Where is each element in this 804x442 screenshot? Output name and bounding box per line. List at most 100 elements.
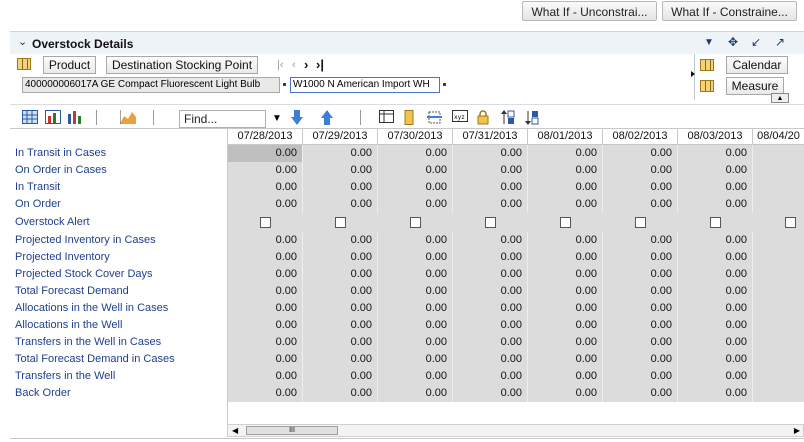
grid-cell[interactable]: 0.00	[603, 317, 678, 334]
row-header-measure[interactable]: Total Forecast Demand in Cases	[15, 351, 228, 368]
dropdown-arrow-icon[interactable]: ▼	[704, 37, 714, 48]
grid-cell[interactable]: 0.00	[228, 283, 303, 300]
lock-icon[interactable]	[477, 110, 489, 128]
grid-cell[interactable]: 0.00	[228, 249, 303, 266]
overstock-alert-checkbox[interactable]	[710, 217, 721, 228]
first-page-icon[interactable]: |‹	[277, 59, 284, 71]
destination-stocking-point-tile[interactable]: Destination Stocking Point	[106, 56, 258, 74]
grid-cell[interactable]: 0.00	[228, 196, 303, 213]
grid-cell[interactable]: 0.00	[378, 368, 453, 385]
column-header-date[interactable]: 08/01/2013	[528, 129, 603, 144]
grid-cell[interactable]: 0.00	[453, 179, 528, 196]
grid-cell[interactable]: 0.00	[303, 266, 378, 283]
grid-cell[interactable]: 0.00	[603, 196, 678, 213]
scroll-left-arrow[interactable]: ◀	[232, 425, 238, 436]
grid-cell[interactable]: 0.00	[228, 334, 303, 351]
column-header-date[interactable]: 07/31/2013	[453, 129, 528, 144]
grid-cell[interactable]: 0.00	[378, 232, 453, 249]
grid-cell[interactable]: 0.00	[453, 300, 528, 317]
xyz-icon[interactable]: xyz	[452, 110, 468, 125]
calendar-dimension-tile[interactable]: Calendar	[726, 56, 788, 74]
grid-cell[interactable]: 0.00	[603, 249, 678, 266]
scrollbar-thumb[interactable]: III	[246, 426, 338, 435]
row-header-measure[interactable]: Transfers in the Well	[15, 368, 228, 385]
location-selection-box[interactable]: W1000 N American Import WH	[290, 77, 440, 93]
overstock-alert-checkbox[interactable]	[410, 217, 421, 228]
grid-cell[interactable]: 0.00	[528, 232, 603, 249]
collapse-chevron-icon[interactable]: ⌄	[18, 35, 27, 48]
grid-cell[interactable]: 0.00	[528, 145, 603, 162]
grid-cell[interactable]: 0.00	[303, 162, 378, 179]
grid-cell[interactable]: 0.00	[678, 179, 753, 196]
grid-cell[interactable]: 0.00	[303, 334, 378, 351]
grid-cell[interactable]: 0.00	[378, 283, 453, 300]
grid-cell[interactable]: 0.00	[303, 351, 378, 368]
hide-icon[interactable]	[427, 110, 442, 128]
grid-cell[interactable]: 0.00	[378, 196, 453, 213]
column-header-date[interactable]: 08/04/20	[753, 129, 804, 144]
grid-cell[interactable]: 0.00	[378, 317, 453, 334]
row-header-measure[interactable]: Transfers in the Well in Cases	[15, 334, 228, 351]
grid-cell[interactable]: 0.00	[528, 249, 603, 266]
scroll-up-arrow[interactable]: ▲	[771, 93, 789, 103]
grid-cell[interactable]: 0.00	[528, 385, 603, 402]
column-header-date[interactable]: 07/29/2013	[303, 129, 378, 144]
product-dimension-tile[interactable]: Product	[43, 56, 96, 74]
grid-cell[interactable]: 0.00	[453, 249, 528, 266]
grid-cell[interactable]: 0.00	[528, 179, 603, 196]
grid-cell[interactable]: 0.00	[228, 145, 303, 162]
column-header-date[interactable]: 07/28/2013	[228, 129, 303, 144]
grid-cell[interactable]: 0.00	[528, 351, 603, 368]
overstock-alert-checkbox[interactable]	[335, 217, 346, 228]
row-header-measure[interactable]: In Transit in Cases	[15, 145, 228, 162]
grid-cell[interactable]: 0.00	[678, 232, 753, 249]
grid-cell[interactable]: 0.00	[453, 368, 528, 385]
what-if-unconstrained-button[interactable]: What If - Unconstrai...	[522, 1, 657, 21]
row-header-measure[interactable]: Overstock Alert	[15, 213, 228, 232]
grid-cell[interactable]: 0.00	[603, 145, 678, 162]
sort-ascending-icon[interactable]	[500, 110, 515, 128]
find-previous-up-icon[interactable]	[321, 110, 333, 128]
grid-cell[interactable]: 0.00	[528, 368, 603, 385]
grid-cell[interactable]: 0.00	[378, 334, 453, 351]
grid-cell[interactable]: 0.00	[453, 196, 528, 213]
grid-cell[interactable]: 0.00	[528, 196, 603, 213]
grid-cell[interactable]: 0.00	[528, 162, 603, 179]
grid-cell[interactable]: 0.00	[228, 300, 303, 317]
area-chart-icon[interactable]	[119, 110, 136, 127]
grid-cell[interactable]: 0.00	[303, 249, 378, 266]
row-header-measure[interactable]: Total Forecast Demand	[15, 283, 228, 300]
scroll-right-arrow[interactable]: ▶	[794, 425, 800, 436]
grid-cell[interactable]: 0.00	[528, 317, 603, 334]
column-header-date[interactable]: 08/02/2013	[603, 129, 678, 144]
grid-cell[interactable]: 0.00	[303, 179, 378, 196]
grid-cell[interactable]: 0.00	[678, 385, 753, 402]
row-header-measure[interactable]: In Transit	[15, 179, 228, 196]
next-page-icon[interactable]: ›	[304, 57, 308, 72]
grid-cell[interactable]: 0.00	[303, 317, 378, 334]
grid-cell[interactable]: 0.00	[453, 232, 528, 249]
overstock-alert-checkbox[interactable]	[785, 217, 796, 228]
grid-cell[interactable]: 0.00	[453, 283, 528, 300]
grid-cell[interactable]: 0.00	[378, 179, 453, 196]
grid-cell[interactable]: 0.00	[528, 334, 603, 351]
grid-cell[interactable]: 0.00	[528, 266, 603, 283]
overstock-alert-checkbox[interactable]	[635, 217, 646, 228]
grid-cell[interactable]: 0.00	[603, 283, 678, 300]
table-view-icon[interactable]	[22, 110, 38, 127]
grid-cell[interactable]: 0.00	[303, 368, 378, 385]
bar-chart-icon[interactable]	[67, 110, 83, 127]
grid-cell[interactable]: 0.00	[453, 334, 528, 351]
grid-cell[interactable]: 0.00	[453, 385, 528, 402]
grid-cell[interactable]: 0.00	[228, 368, 303, 385]
grid-cell[interactable]: 0.00	[378, 162, 453, 179]
grid-cell[interactable]: 0.00	[228, 232, 303, 249]
grid-cell[interactable]: 0.00	[603, 368, 678, 385]
minimize-icon[interactable]: ↙	[751, 35, 761, 49]
grid-cell[interactable]: 0.00	[678, 249, 753, 266]
grid-cell[interactable]: 0.00	[603, 334, 678, 351]
grid-cell[interactable]: 0.00	[603, 232, 678, 249]
grid-cell[interactable]: 0.00	[453, 162, 528, 179]
grid-cell[interactable]: 0.00	[678, 368, 753, 385]
find-next-down-icon[interactable]	[291, 110, 303, 128]
